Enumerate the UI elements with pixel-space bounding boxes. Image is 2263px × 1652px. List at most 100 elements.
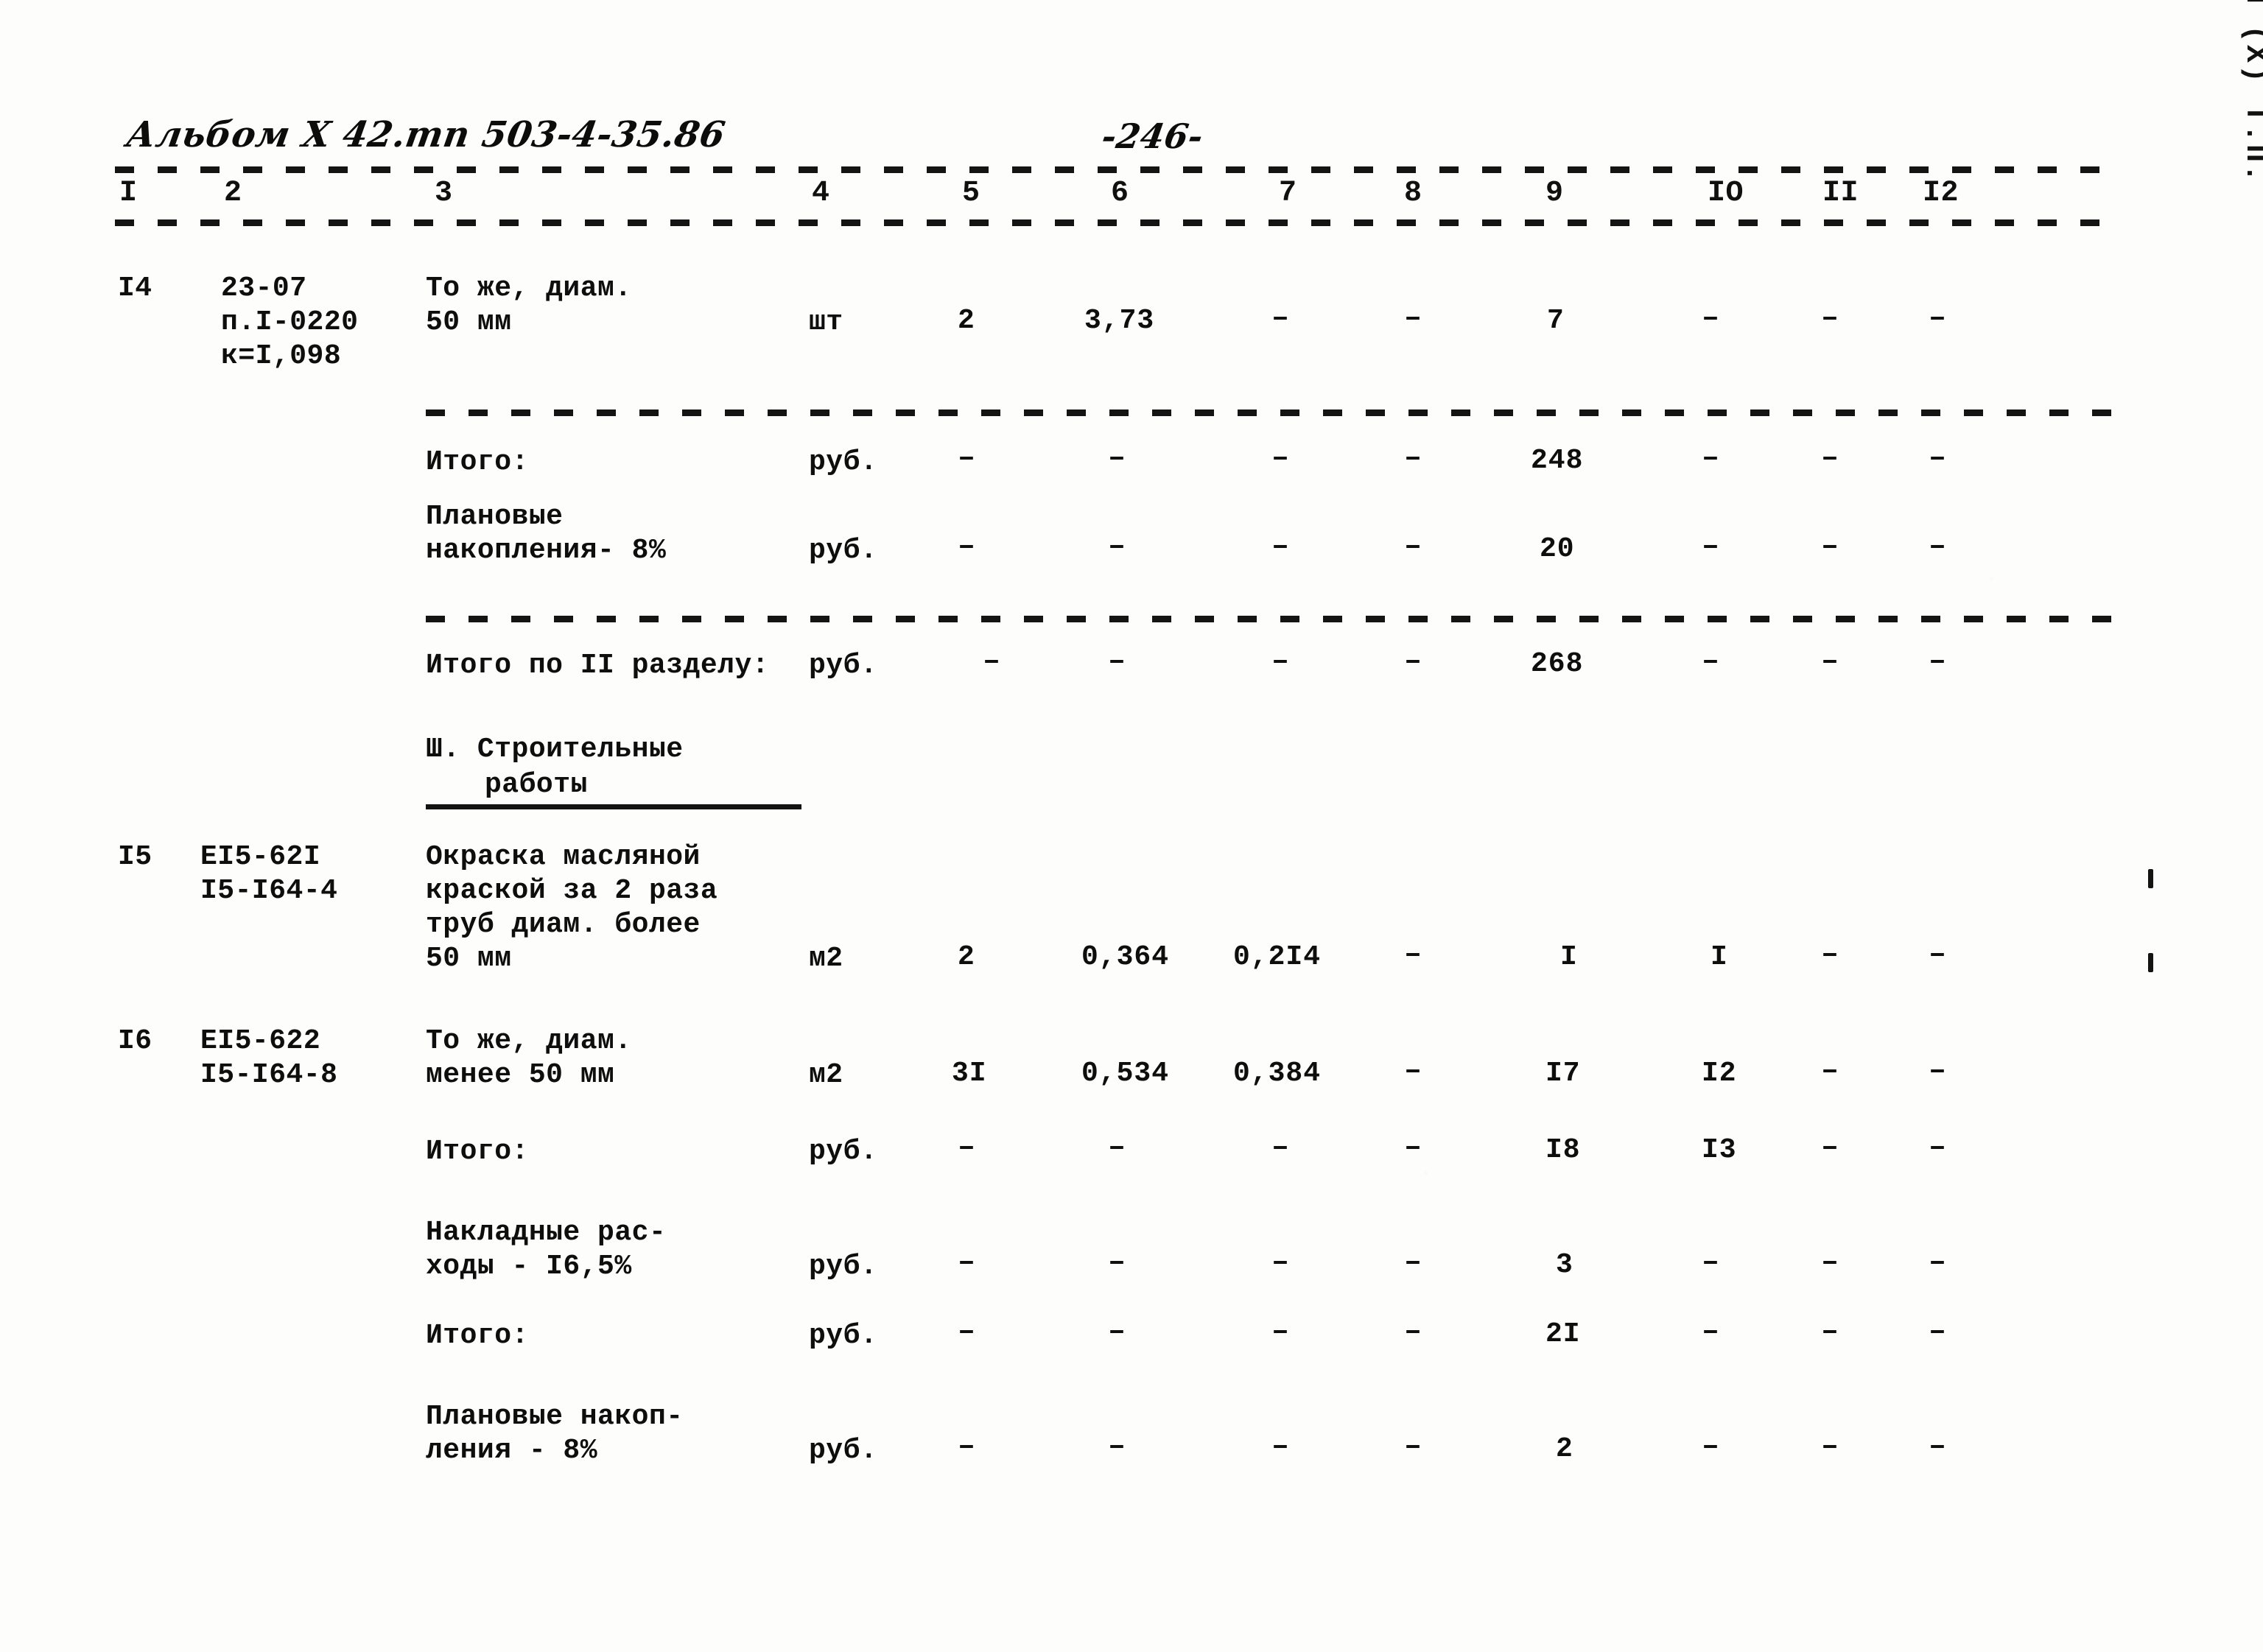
table-row-total-4-col9: 3 xyxy=(1556,1249,1573,1281)
table-row-16-col5: 3I xyxy=(952,1058,987,1089)
table-row-total-5-col5: – xyxy=(958,1315,976,1349)
table-row-section-total-label: Итого по II разделу: xyxy=(426,650,770,681)
table-row-15-description-line-3: труб диам. более xyxy=(426,909,701,941)
side-margin-caption: Альбом (X) Т.П. xyxy=(2238,0,2263,184)
table-row-total-2-label-line-2: накопления- 8% xyxy=(426,535,667,566)
table-row-total-5-col9: 2I xyxy=(1545,1318,1581,1350)
table-row-total-2-col5: – xyxy=(958,530,976,563)
table-row-total-3-col10: I3 xyxy=(1702,1134,1737,1166)
column-header-5: 5 xyxy=(962,177,980,210)
table-row-15-col5: 2 xyxy=(958,941,975,973)
table-row-16-col9: I7 xyxy=(1545,1058,1581,1089)
table-row-total-2-col11: – xyxy=(1821,530,1839,563)
table-row-16-col7: 0,384 xyxy=(1233,1058,1322,1089)
table-rule-after-row-14 xyxy=(426,410,2123,416)
table-row-16-description-line-2: менее 50 мм xyxy=(426,1059,615,1091)
table-row-total-5-col11: – xyxy=(1821,1315,1839,1349)
table-row-total-6-col7: – xyxy=(1271,1430,1290,1463)
table-row-15-description-line-2: краской за 2 раза xyxy=(426,875,718,907)
table-rule-top xyxy=(115,166,2123,173)
table-row-total-1-label: Итого: xyxy=(426,446,529,478)
column-header-8: 8 xyxy=(1404,177,1422,210)
table-row-total-4-label-line-2: ходы - I6,5% xyxy=(426,1251,632,1282)
table-row-14-col5: 2 xyxy=(958,305,975,337)
table-row-total-2-col9: 20 xyxy=(1540,533,1575,565)
table-row-14-col9: 7 xyxy=(1547,305,1565,337)
table-row-14-code-line-1: 23-07 xyxy=(221,273,307,304)
column-header-11: II xyxy=(1822,177,1859,210)
table-row-total-4-label-line-1: Накладные рас- xyxy=(426,1217,667,1248)
table-row-total-1-col7: – xyxy=(1271,442,1290,475)
column-header-10: IO xyxy=(1708,177,1744,210)
table-row-total-5-col8: – xyxy=(1404,1315,1422,1349)
table-row-total-6-col10: – xyxy=(1702,1430,1720,1463)
table-row-total-3-col5: – xyxy=(958,1131,976,1164)
paper-grain-overlay xyxy=(0,0,2263,1652)
table-row-16-col6: 0,534 xyxy=(1081,1058,1170,1089)
table-row-15-code-line-2: I5-I64-4 xyxy=(200,875,338,907)
table-row-total-4-unit: руб. xyxy=(809,1251,878,1282)
table-row-16-number: I6 xyxy=(118,1025,152,1057)
table-row-total-3-col6: – xyxy=(1108,1131,1126,1164)
table-row-total-5-col7: – xyxy=(1271,1315,1290,1349)
table-row-14-col11: – xyxy=(1821,302,1839,335)
table-row-section-total-col8: – xyxy=(1404,645,1422,678)
table-row-total-4-col11: – xyxy=(1821,1246,1839,1279)
table-row-section-total-col12: – xyxy=(1929,645,1947,678)
table-row-section-total-col5: – xyxy=(983,645,1001,678)
column-header-2: 2 xyxy=(224,177,242,210)
table-row-16-col8: – xyxy=(1404,1055,1422,1088)
table-row-total-6-col8: – xyxy=(1404,1430,1422,1463)
table-row-total-2-col12: – xyxy=(1929,530,1947,563)
table-row-14-col12: – xyxy=(1929,302,1947,335)
table-row-15-col10: I xyxy=(1711,941,1728,973)
table-row-15-unit: м2 xyxy=(809,943,843,974)
table-row-total-2-col10: – xyxy=(1702,530,1720,563)
table-row-total-2-col6: – xyxy=(1108,530,1126,563)
column-header-9: 9 xyxy=(1545,177,1564,210)
table-row-total-3-col11: – xyxy=(1821,1131,1839,1164)
edge-tick-lower xyxy=(2148,953,2153,972)
table-row-total-3-col7: – xyxy=(1271,1131,1290,1164)
table-row-total-6-col5: – xyxy=(958,1430,976,1463)
table-row-total-3-label: Итого: xyxy=(426,1136,529,1167)
album-header-handwritten: Альбом X 42.тп 503-4-35.86 xyxy=(124,114,729,155)
table-row-total-4-col7: – xyxy=(1271,1246,1290,1279)
table-row-total-5-label: Итого: xyxy=(426,1320,529,1352)
table-row-16-col12: – xyxy=(1929,1055,1947,1088)
table-row-total-5-col12: – xyxy=(1929,1315,1947,1349)
table-row-14-col10: – xyxy=(1702,302,1720,335)
table-row-16-col10: I2 xyxy=(1702,1058,1737,1089)
table-row-total-5-col10: – xyxy=(1702,1315,1720,1349)
column-header-3: 3 xyxy=(435,177,453,210)
table-row-total-6-label-line-1: Плановые накоп- xyxy=(426,1401,684,1433)
table-row-total-3-col8: – xyxy=(1404,1131,1422,1164)
column-header-7: 7 xyxy=(1279,177,1297,210)
table-row-total-4-col5: – xyxy=(958,1246,976,1279)
table-row-total-1-col12: – xyxy=(1929,442,1947,475)
table-row-14-col6: 3,73 xyxy=(1084,305,1155,337)
table-row-total-6-col9: 2 xyxy=(1556,1433,1573,1465)
column-header-4: 4 xyxy=(812,177,830,210)
table-row-total-1-col11: – xyxy=(1821,442,1839,475)
table-row-total-4-col10: – xyxy=(1702,1246,1720,1279)
table-row-15-number: I5 xyxy=(118,841,152,873)
table-row-total-5-col6: – xyxy=(1108,1315,1126,1349)
table-row-section-total-col6: – xyxy=(1108,645,1126,678)
table-row-total-2-col7: – xyxy=(1271,530,1290,563)
table-row-15-col8: – xyxy=(1404,938,1422,971)
table-row-total-6-label-line-2: ления - 8% xyxy=(426,1435,598,1466)
table-row-total-4-col6: – xyxy=(1108,1246,1126,1279)
table-row-14-description-line-2: 50 мм xyxy=(426,306,512,338)
table-row-15-description-line-4: 50 мм xyxy=(426,943,512,974)
table-row-total-6-col6: – xyxy=(1108,1430,1126,1463)
section-heading-line-1: Ш. Строительные xyxy=(426,734,684,765)
table-row-total-1-unit: руб. xyxy=(809,446,878,478)
section-heading-underline xyxy=(426,804,801,809)
table-row-16-description-line-1: То же, диам. xyxy=(426,1025,632,1057)
table-row-total-6-unit: руб. xyxy=(809,1435,878,1466)
table-row-14-description-line-1: То же, диам. xyxy=(426,273,632,304)
table-row-15-col11: – xyxy=(1821,938,1839,971)
table-row-14-unit: шт xyxy=(809,306,843,338)
table-rule-before-section-total xyxy=(426,616,2123,622)
